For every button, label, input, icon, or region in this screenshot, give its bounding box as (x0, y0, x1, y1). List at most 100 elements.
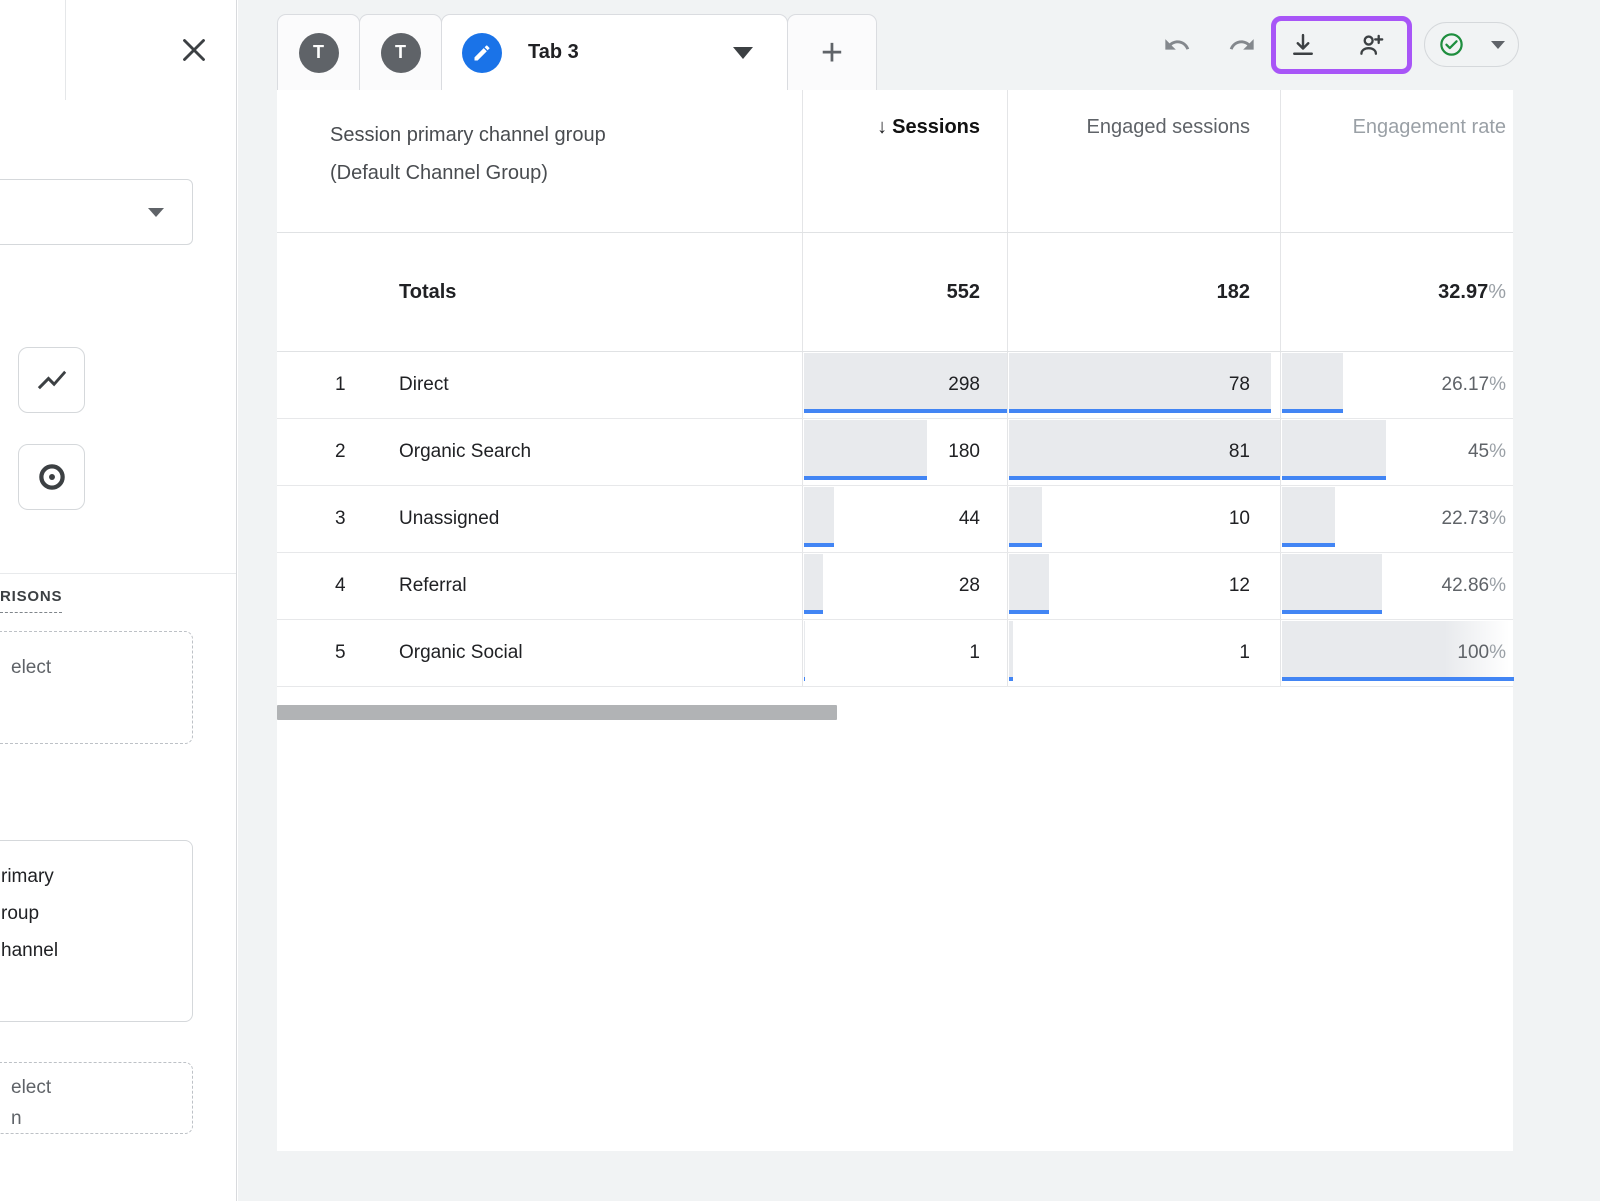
rate-bar (1282, 353, 1343, 413)
engaged-bar (1009, 554, 1049, 614)
row-index: 2 (277, 441, 399, 463)
table-row: 4Referral 28 12 42.86% (277, 553, 1513, 620)
edit-icon (462, 33, 502, 73)
tab-settings-panel: RISONS elect rimary roup hannel elect n (0, 0, 237, 1201)
table-row: 5Organic Social 1 1 100% (277, 620, 1513, 687)
sessions-cell: 44 (802, 486, 1007, 552)
rate-cell: 26.17% (1280, 352, 1513, 418)
sessions-cell: 298 (802, 352, 1007, 418)
rate-cell: 100% (1280, 620, 1513, 686)
drop-target-label: elect (11, 657, 51, 678)
chip-text-line: roup (1, 895, 192, 932)
redo-button[interactable] (1222, 25, 1262, 65)
tab-1[interactable]: T (277, 14, 360, 90)
sessions-bar (804, 554, 823, 614)
exploration-main-area: T T Tab 3 + (238, 0, 1600, 1201)
rate-cell: 42.86% (1280, 553, 1513, 619)
sort-desc-icon: ↓ (877, 116, 887, 138)
column-header-sessions[interactable]: ↓Sessions (802, 90, 1007, 232)
donut-chart-button[interactable] (18, 444, 85, 510)
rate-bar (1282, 554, 1382, 614)
dimension-chip[interactable]: rimary roup hannel (0, 840, 193, 1022)
chip-text-line: rimary (1, 858, 192, 895)
drop-target-label: elect (11, 1072, 192, 1103)
engaged-cell: 12 (1007, 553, 1280, 619)
dimension-header-line: Session primary channel group (330, 116, 802, 154)
comparisons-label: RISONS (0, 588, 62, 613)
column-header-engaged-sessions[interactable]: Engaged sessions (1007, 90, 1280, 232)
column-header-engagement-rate[interactable]: Engagement rate (1280, 90, 1513, 232)
tab-3-active[interactable]: Tab 3 (441, 14, 788, 90)
engaged-cell: 81 (1007, 419, 1280, 485)
rate-bar (1282, 487, 1335, 547)
horizontal-scrollbar-thumb[interactable] (277, 705, 837, 720)
values-drop-target[interactable]: elect n (0, 1062, 193, 1134)
apply-status-button[interactable] (1424, 22, 1519, 67)
tab-initial-badge: T (299, 33, 339, 73)
sessions-cell: 180 (802, 419, 1007, 485)
channel-name: Organic Search (399, 441, 531, 463)
rate-cell: 45% (1280, 419, 1513, 485)
panel-divider (65, 0, 66, 100)
row-index: 3 (277, 508, 399, 530)
line-chart-button[interactable] (18, 347, 85, 413)
row-index: 1 (277, 374, 399, 396)
channel-name: Direct (399, 374, 449, 396)
add-tab-button[interactable]: + (787, 14, 877, 90)
sessions-bar (804, 621, 805, 681)
engaged-cell: 78 (1007, 352, 1280, 418)
totals-rate: 32.97% (1280, 233, 1513, 351)
highlighted-actions-box (1271, 16, 1412, 74)
table-header-row: Session primary channel group (Default C… (277, 90, 1513, 233)
tab-2[interactable]: T (359, 14, 442, 90)
undo-button[interactable] (1157, 25, 1197, 65)
undo-icon (1163, 31, 1191, 59)
sessions-bar (804, 420, 927, 480)
close-icon[interactable] (172, 29, 216, 73)
section-divider (0, 573, 237, 574)
check-circle-icon (1438, 31, 1465, 58)
channel-name: Unassigned (399, 508, 499, 530)
donut-chart-icon (35, 460, 69, 494)
dimension-header-line: (Default Channel Group) (330, 154, 802, 192)
column-header-label: Engaged sessions (1087, 116, 1250, 138)
redo-icon (1228, 31, 1256, 59)
chevron-down-icon[interactable] (733, 47, 753, 59)
settings-dropdown[interactable] (0, 179, 193, 245)
sessions-bar (804, 487, 834, 547)
channel-name: Organic Social (399, 642, 523, 664)
engaged-bar (1009, 487, 1042, 547)
table-row: 2Organic Search 180 81 45% (277, 419, 1513, 486)
sessions-cell: 1 (802, 620, 1007, 686)
drop-target-label: n (11, 1103, 192, 1134)
column-header-dimension[interactable]: Session primary channel group (Default C… (277, 90, 802, 232)
tab-initial-badge: T (381, 33, 421, 73)
column-header-label: Engagement rate (1353, 116, 1506, 138)
chevron-down-icon (1491, 41, 1505, 49)
row-index: 4 (277, 575, 399, 597)
rate-cell: 22.73% (1280, 486, 1513, 552)
comparison-drop-target[interactable]: elect (0, 631, 193, 744)
person-add-icon[interactable] (1357, 31, 1385, 59)
chip-text-line: hannel (1, 932, 192, 969)
totals-sessions: 552 (802, 233, 1007, 351)
totals-engaged: 182 (1007, 233, 1280, 351)
tab-strip: T T Tab 3 + (277, 14, 877, 90)
engaged-cell: 10 (1007, 486, 1280, 552)
column-header-label: Sessions (892, 116, 980, 138)
tab-label: Tab 3 (528, 41, 579, 64)
engaged-bar (1009, 621, 1013, 681)
sessions-cell: 28 (802, 553, 1007, 619)
totals-row: Totals 552 182 32.97% (277, 233, 1513, 352)
rate-bar (1282, 420, 1386, 480)
plus-icon: + (821, 34, 843, 72)
row-index: 5 (277, 642, 399, 664)
totals-label: Totals (277, 233, 802, 351)
line-chart-icon (35, 363, 69, 397)
engaged-cell: 1 (1007, 620, 1280, 686)
chevron-down-icon (148, 208, 164, 217)
table-row: 3Unassigned 44 10 22.73% (277, 486, 1513, 553)
report-canvas: Session primary channel group (Default C… (277, 90, 1513, 1151)
download-icon[interactable] (1289, 31, 1317, 59)
channel-name: Referral (399, 575, 467, 597)
